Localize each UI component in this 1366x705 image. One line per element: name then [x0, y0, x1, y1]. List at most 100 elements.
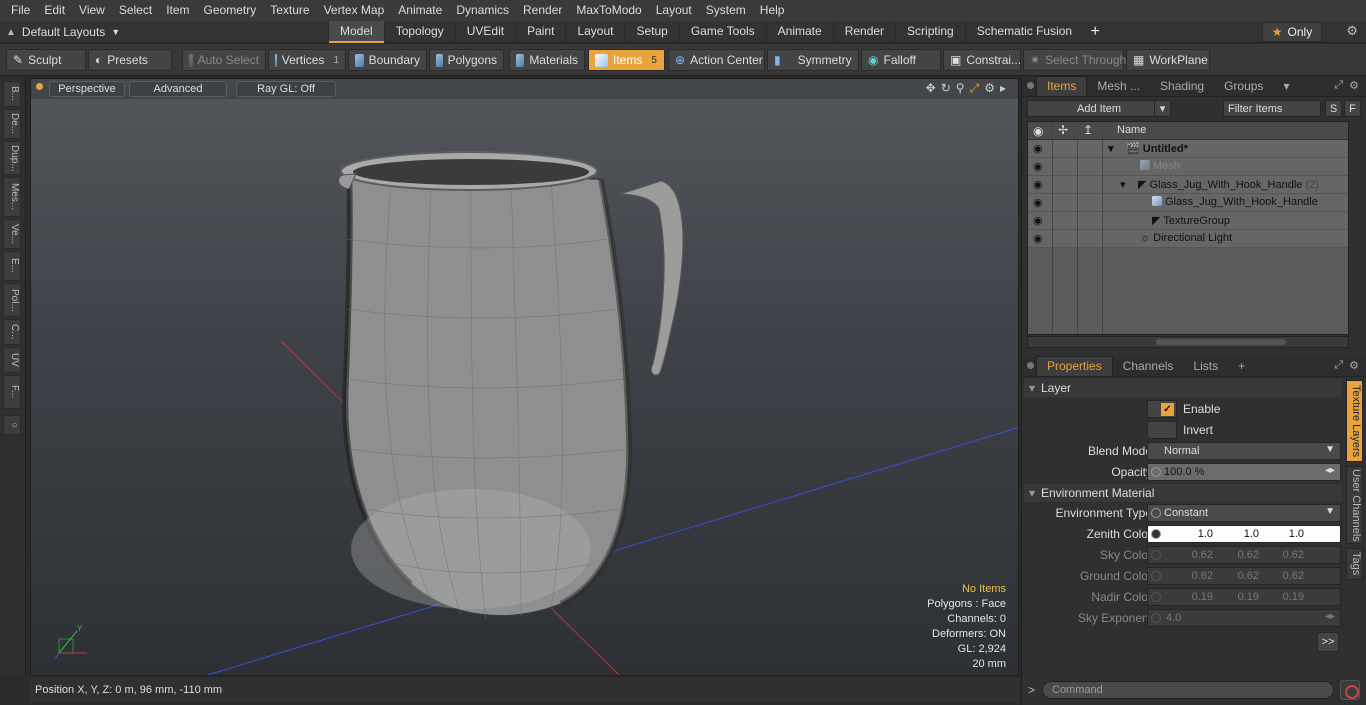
scroll-thumb[interactable]	[1156, 339, 1286, 345]
zenith-g[interactable]: 1.0	[1214, 528, 1259, 540]
tab-scripting[interactable]: Scripting	[895, 21, 965, 43]
animate-dot-icon[interactable]	[1151, 508, 1161, 518]
expand-arrow-icon[interactable]: ▾	[1120, 178, 1126, 191]
tab-model[interactable]: Model	[328, 21, 384, 43]
add-item-button[interactable]: Add Item	[1027, 100, 1171, 117]
nadir-color-field[interactable]: 0.19 0.19 0.19	[1147, 588, 1341, 606]
animate-dot-icon[interactable]	[1151, 571, 1161, 581]
ground-color-field[interactable]: 0.62 0.62 0.62	[1147, 567, 1341, 585]
menu-item[interactable]: Item	[159, 0, 196, 21]
layer-section-header[interactable]: Layer	[1024, 379, 1342, 397]
auto-select-button[interactable]: Auto Select	[182, 49, 266, 71]
left-tab-basic[interactable]: B...	[3, 81, 21, 107]
tab-shading[interactable]: Shading	[1150, 77, 1214, 96]
play-arrow-icon[interactable]: ▸	[1000, 81, 1006, 96]
item-row-mesh[interactable]: ◉ Mesh	[1028, 158, 1348, 176]
viewport-gear-icon[interactable]: ⚙	[984, 81, 995, 96]
nadir-b[interactable]: 0.19	[1259, 591, 1304, 603]
pan-icon[interactable]: ✥	[926, 81, 936, 96]
filter-items-field[interactable]: Filter Items	[1223, 100, 1321, 117]
tab-layout[interactable]: Layout	[565, 21, 624, 43]
env-type-select[interactable]: Constant ▼	[1147, 504, 1341, 522]
menu-texture[interactable]: Texture	[263, 0, 316, 21]
falloff-button[interactable]: ◉ Falloff	[861, 49, 941, 71]
add-tab-button[interactable]: +	[1228, 357, 1255, 376]
symmetry-button[interactable]: ▮ Symmetry	[767, 49, 859, 71]
only-toggle[interactable]: ★ Only	[1262, 22, 1322, 42]
left-tab-toggle[interactable]: ○	[3, 415, 21, 435]
item-row-jug-mesh[interactable]: ◉ Glass_Jug_With_Hook_Handle	[1028, 194, 1348, 212]
tab-mesh[interactable]: Mesh ...	[1087, 77, 1150, 96]
menu-select[interactable]: Select	[112, 0, 159, 21]
tab-render[interactable]: Render	[832, 21, 895, 43]
slider-handle-icon[interactable]: ◂▸	[1325, 465, 1335, 476]
tab-uvedit[interactable]: UVEdit	[454, 21, 515, 43]
fit-icon[interactable]: ⤢	[970, 81, 980, 96]
left-tab-deform[interactable]: De...	[3, 109, 21, 139]
panel-menu-dot[interactable]	[1027, 82, 1034, 89]
menu-vertex-map[interactable]: Vertex Map	[317, 0, 392, 21]
ground-r[interactable]: 0.62	[1168, 570, 1213, 582]
animate-dot-icon[interactable]	[1151, 592, 1161, 602]
advanced-dropdown[interactable]: Advanced	[129, 81, 227, 97]
polygons-button[interactable]: Polygons	[429, 49, 504, 71]
name-column-header[interactable]: Name	[1117, 124, 1146, 136]
tab-user-channels[interactable]: User Channels	[1346, 466, 1363, 544]
zenith-b[interactable]: 1.0	[1259, 528, 1304, 540]
3d-viewport[interactable]: Y Perspective Advanced Ray GL: Off ✥ ↻ ⚲…	[30, 78, 1019, 676]
item-row-jug-group[interactable]: ◉ ▾ ◤ Glass_Jug_With_Hook_Handle (2)	[1028, 176, 1348, 194]
enable-checkbox[interactable]: ✓	[1147, 400, 1177, 418]
action-center-button[interactable]: ⊕ Action Center	[668, 49, 765, 71]
eye-icon[interactable]: ◉	[1033, 143, 1045, 155]
menu-edit[interactable]: Edit	[37, 0, 72, 21]
viewport-menu-dot[interactable]	[36, 83, 43, 90]
menu-layout[interactable]: Layout	[649, 0, 699, 21]
menu-view[interactable]: View	[72, 0, 112, 21]
s-button[interactable]: S	[1325, 100, 1342, 117]
raygl-dropdown[interactable]: Ray GL: Off	[236, 81, 336, 97]
menu-system[interactable]: System	[699, 0, 753, 21]
rotate-icon[interactable]: ↻	[941, 81, 951, 96]
left-tab-edge[interactable]: E...	[3, 251, 21, 281]
tab-game-tools[interactable]: Game Tools	[678, 21, 766, 43]
tab-animate[interactable]: Animate	[765, 21, 833, 43]
ground-b[interactable]: 0.62	[1259, 570, 1304, 582]
eye-icon[interactable]: ◉	[1033, 197, 1045, 209]
slider-handle-icon[interactable]: ◂▸	[1325, 611, 1335, 622]
item-row-texturegroup[interactable]: ◉ ◤ TextureGroup	[1028, 212, 1348, 230]
add-tab-button[interactable]: +	[1083, 21, 1107, 43]
item-row-directional-light[interactable]: ◉ ☼ Directional Light	[1028, 230, 1348, 248]
nadir-r[interactable]: 0.19	[1168, 591, 1213, 603]
eye-icon[interactable]: ◉	[1033, 161, 1045, 173]
eye-icon[interactable]: ◉	[1033, 215, 1045, 227]
sky-r[interactable]: 0.62	[1168, 549, 1213, 561]
animate-dot-icon[interactable]	[1151, 529, 1161, 539]
eye-icon[interactable]: ◉	[1033, 179, 1045, 191]
left-tab-vertex[interactable]: Ve...	[3, 219, 21, 249]
left-tab-curve[interactable]: C...	[3, 319, 21, 345]
expand-arrow-icon[interactable]: ▾	[1108, 142, 1114, 155]
menu-maxtomodo[interactable]: MaxToModo	[569, 0, 648, 21]
left-tab-fusion[interactable]: F...	[3, 375, 21, 409]
animate-dot-icon[interactable]	[1151, 613, 1161, 623]
animate-dot-icon[interactable]	[1151, 550, 1161, 560]
environment-section-header[interactable]: Environment Material	[1024, 484, 1342, 502]
eye-icon[interactable]: ◉	[1033, 233, 1045, 245]
workplane-button[interactable]: ▦ WorkPlane	[1126, 49, 1210, 71]
materials-button[interactable]: Materials	[509, 49, 585, 71]
tab-topology[interactable]: Topology	[383, 21, 455, 43]
left-tab-duplicate[interactable]: Dup...	[3, 141, 21, 175]
tab-texture-layers[interactable]: Texture Layers	[1346, 380, 1363, 462]
items-hscrollbar[interactable]	[1027, 336, 1349, 348]
vertices-button[interactable]: Vertices 1	[268, 49, 346, 71]
tab-properties[interactable]: Properties	[1036, 356, 1113, 376]
zenith-r[interactable]: 1.0	[1168, 528, 1213, 540]
ground-g[interactable]: 0.62	[1214, 570, 1259, 582]
menu-help[interactable]: Help	[753, 0, 792, 21]
presets-button[interactable]: ◐ Presets	[88, 49, 172, 71]
zenith-color-field[interactable]: 1.0 1.0 1.0	[1147, 525, 1341, 543]
tabs-chevron-icon[interactable]: ▾	[1273, 77, 1299, 96]
tab-paint[interactable]: Paint	[515, 21, 565, 43]
boundary-button[interactable]: Boundary	[348, 49, 427, 71]
left-tab-polygon[interactable]: Pol...	[3, 283, 21, 317]
